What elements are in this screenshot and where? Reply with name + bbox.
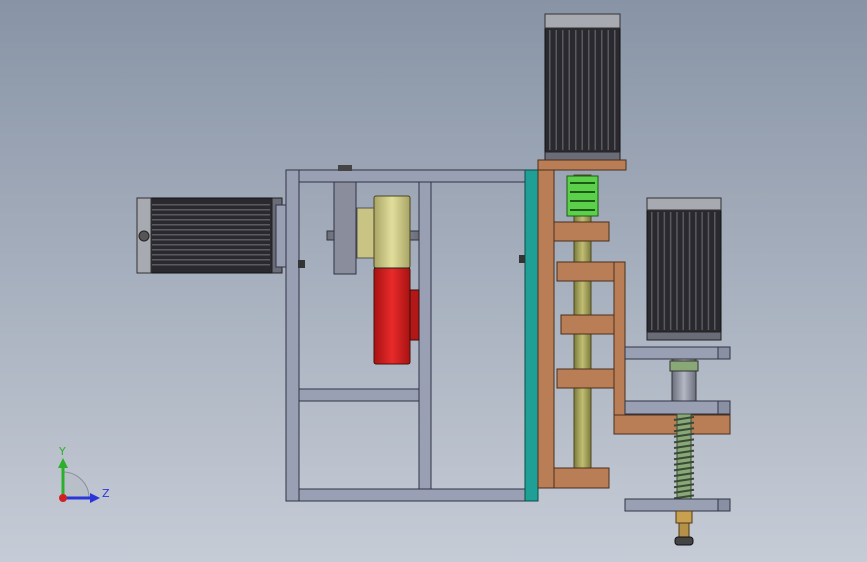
right-motor-fin xyxy=(651,212,653,330)
top-motor-base xyxy=(537,159,627,171)
top-motor-flange xyxy=(544,151,621,161)
wood-column xyxy=(537,169,555,489)
top-motor-fin xyxy=(581,30,583,150)
left-motor-fin xyxy=(152,244,270,246)
left-motor-fin xyxy=(152,209,270,211)
screw-nut xyxy=(675,510,693,524)
left-motor-fin xyxy=(152,224,270,226)
coupling-slot xyxy=(570,209,595,211)
frame-middle-post xyxy=(418,181,432,490)
left-motor-fin xyxy=(152,204,270,206)
middle-grey-plate xyxy=(624,400,731,415)
cad-viewport[interactable]: Y Z xyxy=(0,0,867,562)
bracket-5 xyxy=(553,467,610,489)
right-motor-fin xyxy=(669,212,672,330)
side-rail xyxy=(613,261,626,435)
coupler-collar xyxy=(669,360,699,372)
grey-hub xyxy=(333,181,357,275)
right-motor-fin xyxy=(663,212,666,330)
right-motor-fin xyxy=(682,212,684,330)
x-axis-dot xyxy=(59,494,67,502)
coupling-slot xyxy=(570,182,595,184)
left-motor-fin xyxy=(152,264,270,266)
viewport-background xyxy=(0,0,867,562)
bracket-3 xyxy=(560,314,615,335)
coupling-slot xyxy=(570,200,595,202)
top-motor-fin xyxy=(614,30,616,150)
right-motor-flange xyxy=(646,331,722,341)
right-stepper-motor xyxy=(646,197,722,341)
red-pulley-rim xyxy=(409,289,420,341)
upper-plate-tab xyxy=(717,346,731,360)
screw-tip xyxy=(678,522,690,538)
left-motor-fin xyxy=(152,254,270,256)
right-motor-fin xyxy=(707,212,710,330)
top-motor-cap xyxy=(544,13,621,29)
lower-grey-plate xyxy=(624,498,731,512)
middle-plate-tab xyxy=(717,400,731,415)
frame-top-bar xyxy=(285,169,539,183)
left-motor-fin xyxy=(152,229,270,231)
top-motor-fin xyxy=(555,30,557,150)
lower-plate-tab xyxy=(717,498,731,512)
upper-grey-plate xyxy=(624,346,731,360)
right-motor-fin xyxy=(701,212,703,330)
frame-bottom-bar xyxy=(285,488,539,502)
lower-wood-beam xyxy=(613,414,731,435)
left-motor-fin xyxy=(152,239,270,241)
right-motor-fin xyxy=(688,212,691,330)
bracket-1 xyxy=(553,221,610,242)
frame-cross-bar xyxy=(298,388,420,402)
left-motor-shaft-end xyxy=(138,230,150,242)
right-motor-fin xyxy=(676,212,678,330)
frame-left-post xyxy=(285,169,300,502)
right-motor-fin xyxy=(695,212,697,330)
screw-end-cap xyxy=(674,536,694,546)
bracket-2 xyxy=(556,261,615,282)
top-motor-fin xyxy=(549,30,551,150)
grey-hub-cap xyxy=(338,165,352,171)
y-axis-label: Y xyxy=(58,445,66,458)
teal-plate xyxy=(524,169,539,502)
left-motor-mount xyxy=(275,204,287,268)
left-motor-fin xyxy=(152,219,270,221)
left-motor-bolt xyxy=(298,260,305,268)
left-motor-fin xyxy=(152,249,270,251)
bracket-4 xyxy=(556,368,615,389)
right-motor-fin xyxy=(657,212,659,330)
top-motor-fin xyxy=(575,30,577,150)
left-motor-fin xyxy=(152,214,270,216)
red-pulley xyxy=(373,267,411,365)
top-motor-fin xyxy=(588,30,590,150)
top-motor-fin xyxy=(607,30,609,150)
z-axis-label: Z xyxy=(102,487,110,500)
left-motor-fin xyxy=(152,259,270,261)
left-stepper-motor xyxy=(136,197,305,274)
left-motor-fin xyxy=(152,234,270,236)
gold-pulley xyxy=(373,195,411,269)
top-stepper-motor xyxy=(537,13,627,171)
top-motor-fin xyxy=(568,30,570,150)
right-motor-cap xyxy=(646,197,722,211)
gold-collar xyxy=(356,207,376,259)
teal-plate-bolt xyxy=(519,255,525,263)
top-motor-fin xyxy=(601,30,603,150)
coupling-slot xyxy=(570,191,595,193)
right-motor-fin xyxy=(714,212,716,330)
assembly-scene: Y Z xyxy=(0,0,867,562)
top-motor-fin xyxy=(594,30,596,150)
top-motor-fin xyxy=(562,30,564,150)
